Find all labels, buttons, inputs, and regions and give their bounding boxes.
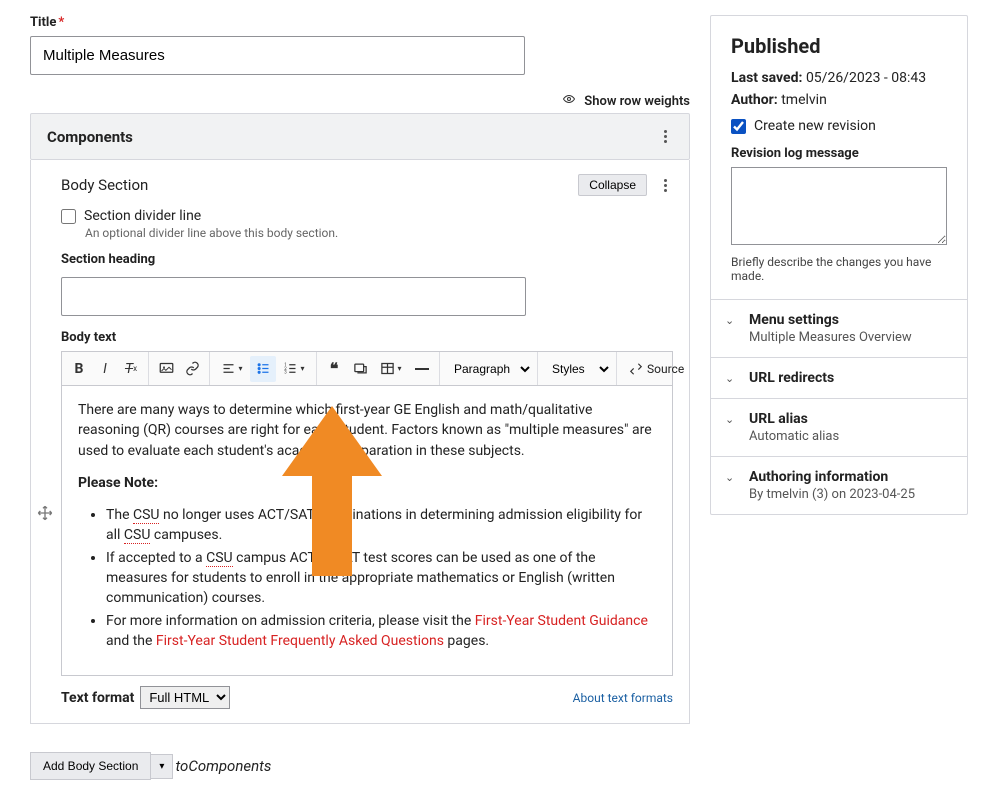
numbered-list-button[interactable]: 123▾ bbox=[276, 356, 312, 382]
body-note: Please Note: bbox=[78, 473, 656, 493]
body-list-item: For more information on admission criter… bbox=[106, 611, 656, 652]
components-menu-icon[interactable] bbox=[657, 126, 673, 147]
divider-label: Section divider line bbox=[84, 208, 201, 224]
editor-toolbar: B I Tx ▾ bbox=[62, 352, 672, 386]
image-button[interactable] bbox=[347, 356, 373, 382]
accordion-authoring-info[interactable]: ⌄ Authoring information By tmelvin (3) o… bbox=[711, 457, 967, 514]
accordion-menu-settings[interactable]: ⌄ Menu settings Multiple Measures Overvi… bbox=[711, 300, 967, 358]
body-list-item: The CSU no longer uses ACT/SAT examinati… bbox=[106, 505, 656, 546]
accordion-url-redirects[interactable]: ⌄ URL redirects bbox=[711, 358, 967, 399]
chevron-down-icon: ⌄ bbox=[725, 314, 734, 327]
section-heading-label: Section heading bbox=[61, 252, 673, 267]
drag-handle-icon[interactable] bbox=[37, 505, 53, 525]
table-button[interactable]: ▾ bbox=[373, 356, 409, 382]
eye-icon bbox=[563, 94, 578, 109]
body-list-item: If accepted to a CSU campus ACT or SAT t… bbox=[106, 548, 656, 609]
styles-select[interactable]: Styles bbox=[542, 356, 612, 382]
divider-checkbox[interactable] bbox=[61, 209, 76, 224]
add-body-section-button[interactable]: Add Body Section bbox=[30, 752, 151, 780]
bullet-list-button[interactable] bbox=[250, 356, 276, 382]
quote-button[interactable]: ❝ bbox=[321, 356, 347, 382]
chevron-down-icon: ⌄ bbox=[725, 471, 734, 484]
first-year-guidance-link[interactable]: First-Year Student Guidance bbox=[475, 613, 648, 629]
create-revision-label: Create new revision bbox=[754, 118, 876, 134]
title-label: Title* bbox=[30, 15, 690, 30]
bold-button[interactable]: B bbox=[66, 356, 92, 382]
body-section-menu-icon[interactable] bbox=[657, 175, 673, 196]
title-input[interactable] bbox=[30, 36, 525, 75]
collapse-button[interactable]: Collapse bbox=[578, 174, 647, 196]
align-button[interactable]: ▾ bbox=[214, 356, 250, 382]
divider-description: An optional divider line above this body… bbox=[85, 226, 673, 240]
paragraph-select[interactable]: Paragraph bbox=[444, 356, 533, 382]
revision-description: Briefly describe the changes you have ma… bbox=[731, 255, 947, 283]
text-format-select[interactable]: Full HTML bbox=[140, 686, 230, 709]
revision-log-input[interactable] bbox=[731, 167, 947, 245]
about-text-formats-link[interactable]: About text formats bbox=[573, 691, 673, 705]
link-button[interactable] bbox=[179, 356, 205, 382]
media-button[interactable] bbox=[153, 356, 179, 382]
revision-log-label: Revision log message bbox=[731, 146, 947, 161]
source-button[interactable]: Source bbox=[621, 362, 692, 376]
section-heading-input[interactable] bbox=[61, 277, 526, 316]
components-heading: Components bbox=[47, 128, 133, 146]
add-body-section-dropdown[interactable]: ▾ bbox=[151, 754, 173, 779]
to-components-text: toComponents bbox=[175, 757, 271, 775]
first-year-faq-link[interactable]: First-Year Student Frequently Asked Ques… bbox=[156, 633, 444, 649]
chevron-down-icon: ⌄ bbox=[725, 413, 734, 426]
body-section-label: Body Section bbox=[61, 176, 148, 194]
clear-format-button[interactable]: Tx bbox=[118, 356, 144, 382]
italic-button[interactable]: I bbox=[92, 356, 118, 382]
svg-text:3: 3 bbox=[285, 371, 288, 376]
body-text-label: Body text bbox=[61, 330, 673, 345]
published-heading: Published bbox=[731, 34, 947, 58]
hr-button[interactable] bbox=[409, 356, 435, 382]
body-paragraph: There are many ways to determine which f… bbox=[78, 400, 656, 461]
chevron-down-icon: ⌄ bbox=[725, 372, 734, 385]
editor-body[interactable]: There are many ways to determine which f… bbox=[62, 386, 672, 675]
text-format-label: Text format bbox=[61, 690, 134, 706]
create-revision-checkbox[interactable] bbox=[731, 119, 746, 134]
last-saved: Last saved: 05/26/2023 - 08:43 bbox=[731, 70, 947, 86]
accordion-url-alias[interactable]: ⌄ URL alias Automatic alias bbox=[711, 399, 967, 457]
show-row-weights-link[interactable]: Show row weights bbox=[584, 94, 690, 109]
author: Author: tmelvin bbox=[731, 92, 947, 108]
